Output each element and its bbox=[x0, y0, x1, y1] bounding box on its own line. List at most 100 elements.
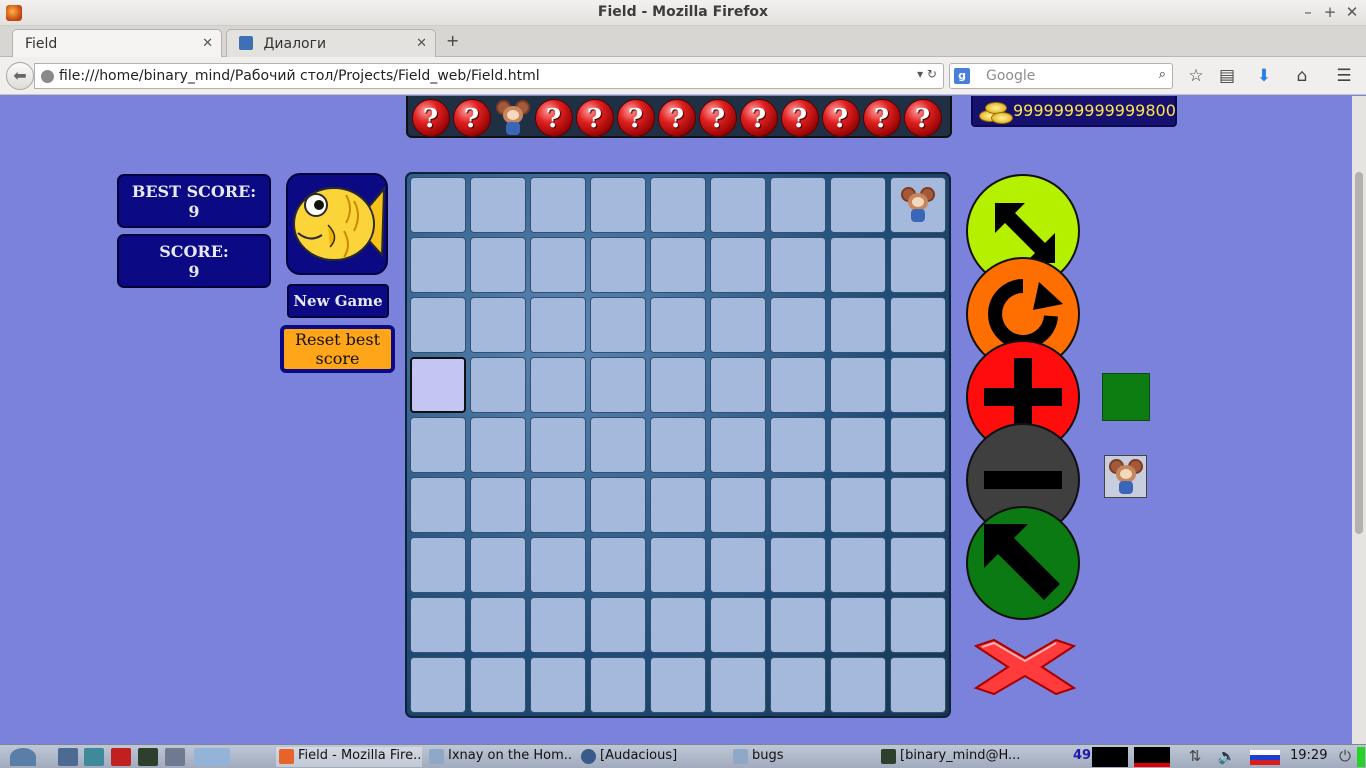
board-cell[interactable] bbox=[710, 297, 766, 353]
terminal-launcher-icon[interactable] bbox=[138, 748, 158, 766]
bookmarks-list-icon[interactable]: ▤ bbox=[1216, 66, 1238, 86]
board-cell[interactable] bbox=[770, 537, 826, 593]
board-cell[interactable] bbox=[830, 177, 886, 233]
taskbar-item-folder[interactable]: Ixnay on the Hom... bbox=[426, 747, 572, 767]
board-cell[interactable] bbox=[890, 177, 946, 233]
url-dropdown-reload-icons[interactable]: ▾ ↻ bbox=[917, 67, 937, 81]
taskbar-item-firefox[interactable]: Field - Mozilla Fire... bbox=[276, 747, 422, 767]
taskbar-item-terminal[interactable]: [binary_mind@H... bbox=[878, 747, 1024, 767]
board-cell[interactable] bbox=[470, 657, 526, 713]
board-cell[interactable] bbox=[830, 597, 886, 653]
board-cell[interactable] bbox=[770, 297, 826, 353]
board-cell[interactable] bbox=[710, 597, 766, 653]
board-cell[interactable] bbox=[530, 657, 586, 713]
board-cell[interactable] bbox=[470, 477, 526, 533]
app-launcher-icon[interactable] bbox=[111, 748, 131, 766]
board-cell[interactable] bbox=[650, 357, 706, 413]
board-cell[interactable] bbox=[710, 177, 766, 233]
tab-close-icon[interactable]: ✕ bbox=[202, 36, 213, 51]
windows-icon[interactable] bbox=[165, 748, 185, 766]
close-window-button[interactable]: ✕ bbox=[1343, 3, 1361, 21]
board-cell[interactable] bbox=[410, 177, 466, 233]
board-cell[interactable] bbox=[470, 237, 526, 293]
board-cell[interactable] bbox=[890, 297, 946, 353]
home-icon[interactable]: ⌂ bbox=[1291, 66, 1313, 86]
tab-dialogi[interactable]: Диалоги ✕ bbox=[226, 29, 436, 57]
download-icon[interactable]: ⬇ bbox=[1253, 66, 1275, 86]
board-cell[interactable] bbox=[770, 417, 826, 473]
board-cell[interactable] bbox=[590, 597, 646, 653]
tab-close-icon[interactable]: ✕ bbox=[416, 36, 427, 51]
board-cell[interactable] bbox=[530, 417, 586, 473]
board-cell[interactable] bbox=[530, 357, 586, 413]
board-cell[interactable] bbox=[410, 477, 466, 533]
board-cell[interactable] bbox=[650, 597, 706, 653]
board-cell[interactable] bbox=[410, 297, 466, 353]
board-cell[interactable] bbox=[410, 237, 466, 293]
url-bar[interactable]: file:///home/binary_mind/Рабочий стол/Pr… bbox=[34, 63, 944, 89]
board-cell[interactable] bbox=[650, 237, 706, 293]
network-transfer-icon[interactable]: ⇅ bbox=[1184, 747, 1206, 765]
back-button[interactable]: ⬅ bbox=[6, 62, 34, 90]
board-cell[interactable] bbox=[770, 657, 826, 713]
minimize-button[interactable]: – bbox=[1299, 3, 1317, 21]
board-cell[interactable] bbox=[890, 537, 946, 593]
board-cell[interactable] bbox=[650, 477, 706, 533]
board-cell[interactable] bbox=[530, 537, 586, 593]
board-cell[interactable] bbox=[470, 597, 526, 653]
board-cell[interactable] bbox=[590, 357, 646, 413]
board-cell[interactable] bbox=[770, 597, 826, 653]
board-cell[interactable] bbox=[530, 477, 586, 533]
board-cell[interactable] bbox=[710, 357, 766, 413]
board-cell[interactable] bbox=[710, 417, 766, 473]
board-cell[interactable] bbox=[830, 537, 886, 593]
board-cell[interactable] bbox=[590, 177, 646, 233]
board-cell[interactable] bbox=[470, 177, 526, 233]
board-cell[interactable] bbox=[650, 657, 706, 713]
search-icon[interactable]: ⌕ bbox=[1159, 67, 1166, 82]
board-cell[interactable] bbox=[830, 657, 886, 713]
board-cell[interactable] bbox=[710, 537, 766, 593]
board-cell[interactable] bbox=[710, 657, 766, 713]
network-icon[interactable] bbox=[84, 748, 104, 766]
board-cell[interactable] bbox=[530, 597, 586, 653]
board-cell[interactable] bbox=[530, 177, 586, 233]
game-board[interactable] bbox=[405, 172, 951, 718]
board-cell[interactable] bbox=[830, 417, 886, 473]
new-tab-button[interactable]: + bbox=[446, 31, 459, 50]
new-game-button[interactable]: New Game bbox=[287, 284, 389, 318]
move-button[interactable] bbox=[966, 506, 1080, 620]
board-cell[interactable] bbox=[890, 417, 946, 473]
board-cell[interactable] bbox=[770, 177, 826, 233]
board-cell[interactable] bbox=[890, 477, 946, 533]
board-cell[interactable] bbox=[710, 477, 766, 533]
board-cell[interactable] bbox=[650, 177, 706, 233]
board-cell[interactable] bbox=[470, 297, 526, 353]
board-cell[interactable] bbox=[410, 597, 466, 653]
start-menu-icon[interactable] bbox=[10, 748, 36, 766]
taskbar-item-audacious[interactable]: [Audacious] bbox=[578, 747, 724, 767]
board-cell[interactable] bbox=[410, 537, 466, 593]
desktop-pager[interactable] bbox=[194, 748, 230, 766]
board-cell[interactable] bbox=[530, 237, 586, 293]
board-cell[interactable] bbox=[470, 357, 526, 413]
scrollbar-thumb[interactable] bbox=[1355, 172, 1363, 534]
board-cell[interactable] bbox=[410, 657, 466, 713]
file-manager-icon[interactable] bbox=[58, 748, 78, 766]
board-cell[interactable] bbox=[590, 237, 646, 293]
board-cell[interactable] bbox=[890, 237, 946, 293]
bookmark-star-icon[interactable]: ☆ bbox=[1185, 66, 1207, 86]
volume-icon[interactable]: 🔈 bbox=[1216, 747, 1238, 765]
tab-field[interactable]: Field ✕ bbox=[12, 29, 222, 57]
menu-icon[interactable]: ☰ bbox=[1333, 66, 1355, 86]
search-input[interactable]: g Google ⌕ bbox=[949, 63, 1173, 89]
board-cell[interactable] bbox=[650, 537, 706, 593]
taskbar-item-bugs[interactable]: bugs bbox=[730, 747, 876, 767]
board-cell[interactable] bbox=[830, 297, 886, 353]
board-cell[interactable] bbox=[710, 237, 766, 293]
board-cell[interactable] bbox=[890, 657, 946, 713]
vertical-scrollbar[interactable] bbox=[1352, 96, 1366, 744]
board-cell[interactable] bbox=[590, 537, 646, 593]
board-cell[interactable] bbox=[770, 237, 826, 293]
board-cell[interactable] bbox=[410, 417, 466, 473]
